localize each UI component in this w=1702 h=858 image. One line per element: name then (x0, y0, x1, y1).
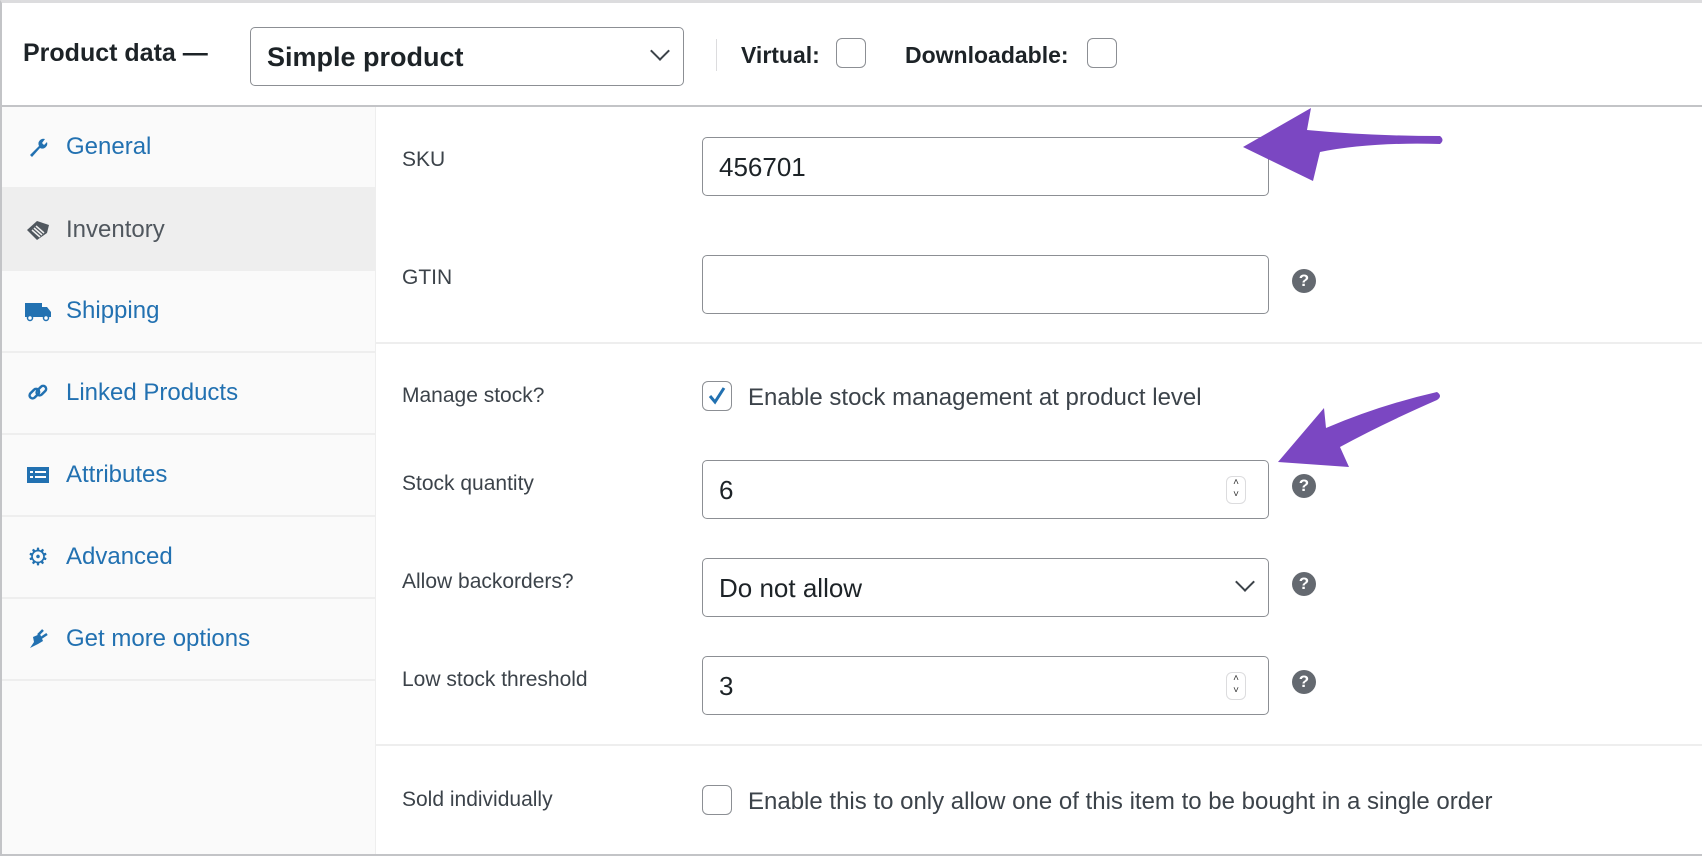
annotation-arrows (1243, 108, 1443, 467)
annotation-arrow (1278, 392, 1440, 467)
annotation-arrow (1243, 108, 1443, 181)
